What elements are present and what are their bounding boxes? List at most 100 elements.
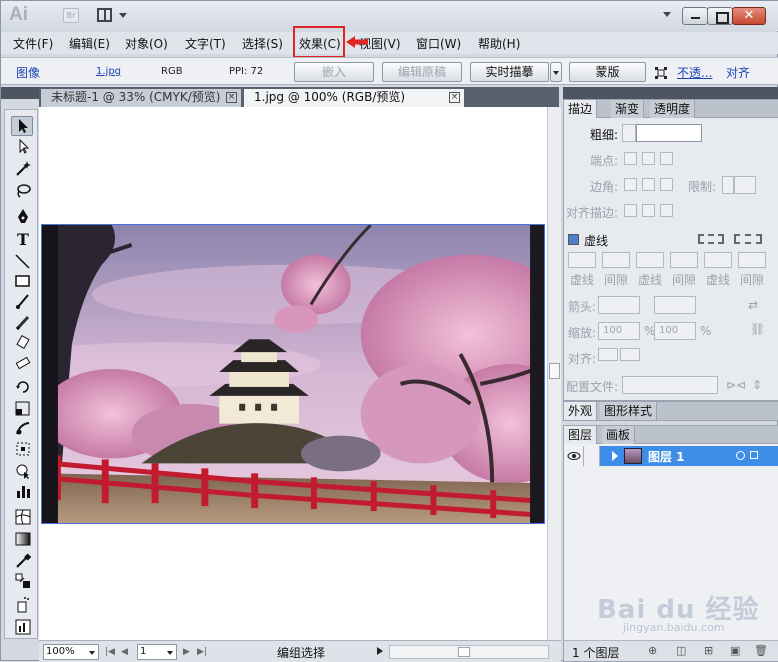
next-artboard-icon[interactable]: ▶ <box>183 647 190 657</box>
new-sublayer-icon[interactable]: ⊞ <box>704 644 713 657</box>
menu-type[interactable]: 文字(T) <box>185 35 226 52</box>
blend-tool-icon[interactable] <box>14 572 32 590</box>
tab-artboards[interactable]: 画板 <box>602 426 636 444</box>
round-cap-icon[interactable] <box>642 152 655 165</box>
last-artboard-icon[interactable]: ▶| <box>197 647 207 657</box>
arrange-documents-button[interactable] <box>97 8 129 23</box>
arrow-tip-at-end-icon[interactable] <box>620 348 640 361</box>
round-join-icon[interactable] <box>642 178 655 191</box>
align-outside-icon[interactable] <box>660 204 673 217</box>
menu-edit[interactable]: 编辑(E) <box>69 35 110 52</box>
warp-tool-icon[interactable] <box>14 420 32 438</box>
line-tool-icon[interactable] <box>14 252 32 270</box>
swap-arrows-icon[interactable]: ⇄ <box>748 298 758 312</box>
opacity-link[interactable]: 不透... <box>677 64 712 81</box>
tab-stroke[interactable]: 描边 <box>564 100 598 118</box>
gradient-tool-icon[interactable] <box>14 530 32 548</box>
flip-horizontal-icon[interactable]: ⊳⊲ <box>726 378 746 392</box>
lock-toggle[interactable] <box>584 446 600 466</box>
pencil-tool-icon[interactable] <box>14 314 32 332</box>
arrow-tip-extend-icon[interactable] <box>598 348 618 361</box>
embed-button[interactable]: 嵌入 <box>294 62 374 82</box>
flip-vertical-icon[interactable]: ⇕ <box>752 378 762 392</box>
mesh-tool-icon[interactable] <box>14 508 32 526</box>
file-link[interactable]: 1.jpg <box>96 66 121 77</box>
image-link[interactable]: 图像 <box>16 64 40 81</box>
tab-untitled-1[interactable]: 未标题-1 @ 33% (CMYK/预览) × <box>41 89 241 107</box>
horizontal-scrollbar[interactable] <box>389 645 549 659</box>
document-canvas[interactable] <box>39 107 547 640</box>
link-scale-icon[interactable]: ⛓ <box>750 322 765 336</box>
column-graph-tool-icon[interactable] <box>14 618 32 636</box>
projecting-cap-icon[interactable] <box>660 152 673 165</box>
free-transform-tool-icon[interactable] <box>14 440 32 458</box>
tab-gradient[interactable]: 渐变 <box>611 100 645 118</box>
tab-graphic-styles[interactable]: 图形样式 <box>600 402 658 420</box>
minimize-button[interactable] <box>682 7 708 25</box>
gap-input-3[interactable] <box>738 252 766 268</box>
workspace-switcher-icon[interactable] <box>663 12 671 17</box>
gap-input-1[interactable] <box>602 252 630 268</box>
zoom-select[interactable]: 100% <box>43 644 99 660</box>
bevel-join-icon[interactable] <box>660 178 673 191</box>
scale-tool-icon[interactable] <box>14 400 32 418</box>
dash-input-3[interactable] <box>704 252 732 268</box>
menu-window[interactable]: 窗口(W) <box>416 35 461 52</box>
butt-cap-icon[interactable] <box>624 152 637 165</box>
mask-button[interactable]: 蒙版 <box>569 62 646 82</box>
rectangle-tool-icon[interactable] <box>14 272 32 290</box>
selection-tool-icon[interactable] <box>11 116 33 136</box>
miter-join-icon[interactable] <box>624 178 637 191</box>
end-scale-input[interactable]: 100 <box>654 322 696 340</box>
rotate-tool-icon[interactable] <box>14 378 32 396</box>
vertical-scroll-thumb[interactable] <box>549 363 560 379</box>
placed-image-cherry-blossom-castle[interactable] <box>41 224 545 524</box>
expand-triangle-icon[interactable] <box>612 451 618 461</box>
eraser-tool-icon[interactable] <box>14 354 32 372</box>
tab-layers[interactable]: 图层 <box>564 426 598 444</box>
menu-select[interactable]: 选择(S) <box>242 35 283 52</box>
close-button[interactable]: ✕ <box>732 7 766 25</box>
dash-align-icon[interactable] <box>734 234 762 244</box>
tab-transparency[interactable]: 透明度 <box>650 100 696 118</box>
trash-icon[interactable]: 🗑 <box>754 644 768 657</box>
shape-builder-tool-icon[interactable] <box>14 462 32 480</box>
dash-input-1[interactable] <box>568 252 596 268</box>
vertical-scrollbar[interactable] <box>547 107 561 640</box>
close-icon[interactable]: × <box>449 92 460 103</box>
new-layer-icon[interactable]: ▣ <box>730 644 740 657</box>
eyedropper-tool-icon[interactable] <box>14 552 32 570</box>
first-artboard-icon[interactable]: |◀ <box>105 647 115 657</box>
tab-1-jpg[interactable]: 1.jpg @ 100% (RGB/预览) × <box>244 89 464 107</box>
pen-tool-icon[interactable] <box>14 208 32 226</box>
dashed-line-checkbox[interactable] <box>568 234 579 245</box>
graph-tool-icon[interactable] <box>14 482 32 500</box>
tab-appearance[interactable]: 外观 <box>564 402 598 420</box>
maximize-button[interactable] <box>707 7 733 25</box>
align-inside-icon[interactable] <box>642 204 655 217</box>
end-arrowhead-select[interactable] <box>654 296 696 314</box>
weight-select[interactable] <box>636 124 702 142</box>
panel-dock-header[interactable] <box>563 87 778 99</box>
limit-input[interactable] <box>734 176 756 194</box>
symbol-sprayer-tool-icon[interactable] <box>14 596 32 614</box>
weight-stepper[interactable] <box>622 124 636 142</box>
make-clipping-mask-icon[interactable]: ◫ <box>676 644 686 657</box>
blob-brush-tool-icon[interactable] <box>14 334 32 352</box>
live-trace-dropdown[interactable] <box>550 62 562 82</box>
dash-preserve-icon[interactable] <box>698 234 724 244</box>
edit-original-button[interactable]: 编辑原稿 <box>382 62 462 82</box>
profile-select[interactable] <box>622 376 718 394</box>
align-center-icon[interactable] <box>624 204 637 217</box>
start-arrowhead-select[interactable] <box>598 296 640 314</box>
limit-stepper[interactable] <box>722 176 734 194</box>
toolbox-header[interactable] <box>1 87 39 99</box>
align-link[interactable]: 对齐 <box>726 64 750 81</box>
artboard-number-select[interactable]: 1 <box>137 644 177 660</box>
status-menu-icon[interactable] <box>377 647 383 655</box>
target-circle-icon[interactable] <box>736 451 745 460</box>
transform-icon[interactable] <box>655 67 667 79</box>
lasso-tool-icon[interactable] <box>14 182 32 200</box>
menu-help[interactable]: 帮助(H) <box>478 35 520 52</box>
previous-artboard-icon[interactable]: ◀ <box>121 647 128 657</box>
